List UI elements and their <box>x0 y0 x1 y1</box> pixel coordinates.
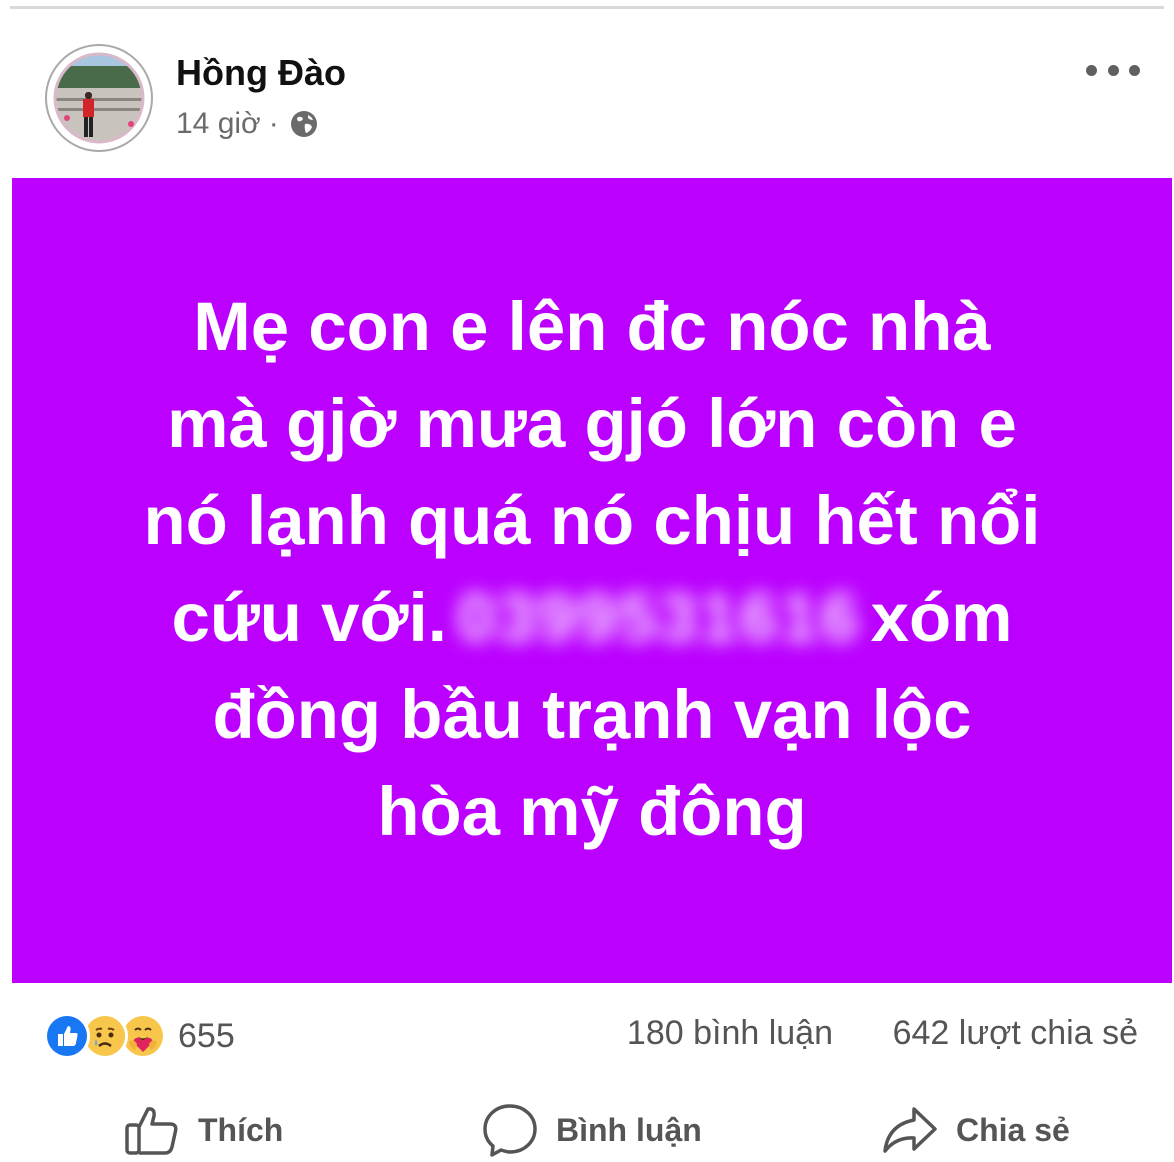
reactions-summary[interactable]: 655 <box>44 1012 235 1060</box>
status-line: đồng bầu trạnh vạn lộc <box>212 676 972 753</box>
like-icon <box>44 1013 90 1059</box>
like-label: Thích <box>198 1111 284 1148</box>
status-line-suffix: xóm <box>870 579 1013 656</box>
share-button[interactable]: Chia sẻ <box>882 1100 1070 1160</box>
comments-count[interactable]: 180 bình luận <box>627 1014 833 1053</box>
globe-icon <box>289 109 319 139</box>
status-line-prefix: cứu với. <box>171 579 447 656</box>
status-line: Mẹ con e lên đc nóc nhà <box>193 288 991 365</box>
status-line: hòa mỹ đông <box>377 773 807 850</box>
share-label: Chia sẻ <box>956 1111 1070 1148</box>
status-line: nó lạnh quá nó chịu hết nổi <box>143 482 1041 559</box>
share-arrow-icon <box>883 1107 937 1153</box>
thumbs-up-icon <box>125 1107 178 1155</box>
more-dot-icon <box>1107 64 1119 76</box>
status-line: cứu với. 0399531616 xóm <box>62 569 1122 666</box>
avatar-photo <box>49 48 149 148</box>
divider <box>10 6 1164 9</box>
comment-label: Bình luận <box>556 1111 702 1148</box>
author-name[interactable]: Hồng Đào <box>176 52 346 94</box>
reaction-count: 655 <box>178 1016 235 1055</box>
meta-separator: · <box>268 107 279 140</box>
status-text: Mẹ con e lên đc nóc nhà mà gjờ mưa gjó l… <box>12 278 1172 860</box>
avatar[interactable] <box>45 44 153 152</box>
status-line: mà gjờ mưa gjó lớn còn e <box>167 385 1017 462</box>
post-time[interactable]: 14 giờ <box>176 107 261 141</box>
more-options-button[interactable] <box>1086 56 1140 84</box>
like-button[interactable]: Thích <box>124 1100 283 1160</box>
comment-bubble-icon <box>483 1104 537 1157</box>
post-meta: 14 giờ · <box>176 104 319 144</box>
more-dot-icon <box>1086 64 1097 76</box>
comment-button[interactable]: Bình luận <box>482 1100 702 1160</box>
facebook-post: Hồng Đào 14 giờ · Mẹ con e lên đc nóc nh… <box>0 0 1174 1162</box>
status-background-card: Mẹ con e lên đc nóc nhà mà gjờ mưa gjó l… <box>12 178 1172 983</box>
blurred-phone-number: 0399531616 <box>456 579 861 656</box>
shares-count[interactable]: 642 lượt chia sẻ <box>893 1014 1138 1053</box>
more-dot-icon <box>1129 64 1140 76</box>
